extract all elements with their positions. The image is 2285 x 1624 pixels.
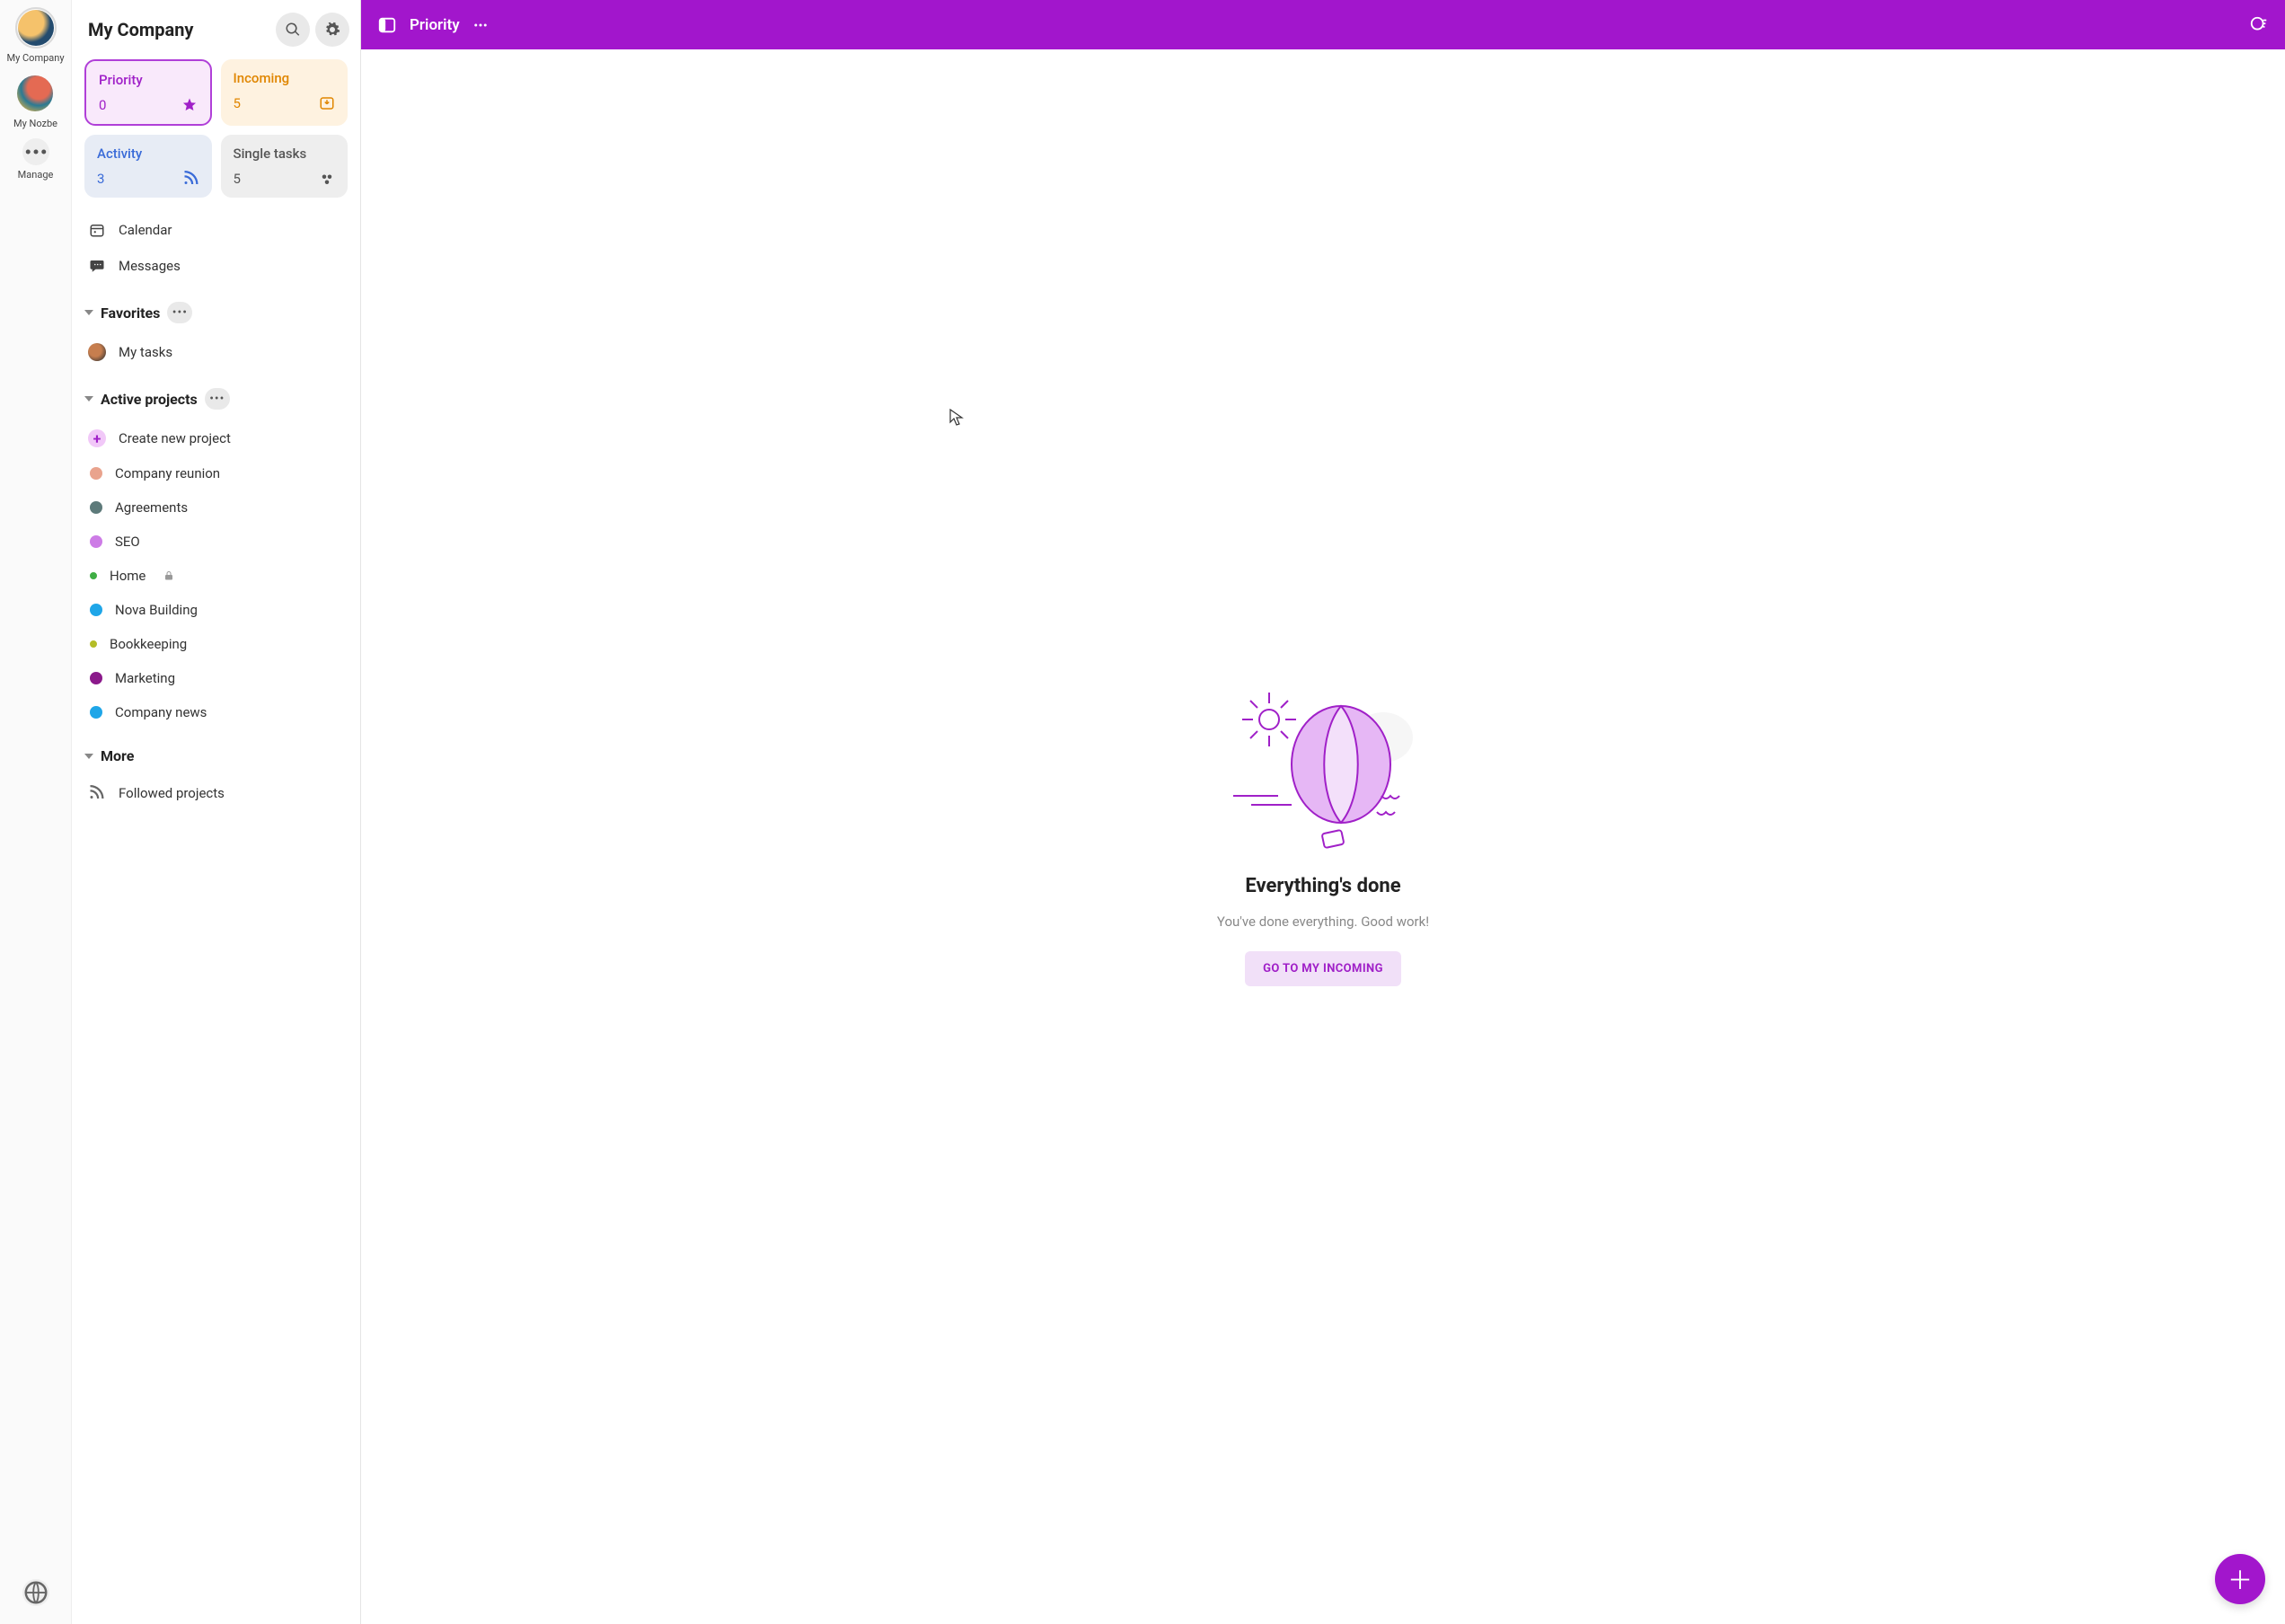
project-color-dot	[90, 467, 102, 480]
balloon-illustration	[1229, 688, 1417, 859]
workspace-rail: My Company My Nozbe Manage	[0, 0, 72, 1624]
project-color-dot	[90, 640, 97, 648]
favorite-label: My tasks	[119, 344, 172, 360]
ellipsis-icon	[22, 138, 49, 165]
main-panel: Priority	[361, 0, 2285, 1624]
create-project-label: Create new project	[119, 430, 231, 446]
rss-icon	[183, 171, 199, 187]
star-icon	[181, 97, 198, 113]
card-title: Incoming	[234, 70, 336, 86]
settings-button[interactable]	[315, 13, 349, 47]
workspace-label: My Nozbe	[13, 118, 57, 129]
nav-label: Followed projects	[119, 785, 225, 801]
card-title: Priority	[99, 72, 198, 88]
section-label: Active projects	[101, 391, 198, 408]
chevron-down-icon	[84, 310, 93, 315]
card-title: Activity	[97, 146, 199, 162]
section-more[interactable]: More	[72, 735, 360, 770]
nav-label: Calendar	[119, 222, 172, 238]
card-count: 5	[234, 171, 241, 187]
project-color-dot	[90, 672, 102, 684]
dots-icon	[319, 171, 335, 187]
project-name: Marketing	[115, 670, 175, 686]
inbox-icon	[319, 95, 335, 111]
empty-subtitle: You've done everything. Good work!	[1217, 914, 1429, 930]
card-title: Single tasks	[234, 146, 336, 162]
project-name: Company reunion	[115, 465, 220, 481]
favorites-more[interactable]: •••	[167, 302, 192, 323]
project-color-dot	[90, 572, 97, 579]
calendar-icon	[88, 221, 106, 239]
rss-icon	[88, 784, 106, 802]
followed-projects[interactable]: Followed projects	[72, 775, 360, 811]
empty-title: Everything's done	[1245, 875, 1400, 897]
chevron-down-icon	[84, 754, 93, 759]
project-color-dot	[90, 535, 102, 548]
project-item[interactable]: Nova Building	[72, 593, 360, 627]
project-color-dot	[90, 501, 102, 514]
search-icon	[285, 22, 301, 38]
search-button[interactable]	[276, 13, 310, 47]
project-name: Bookkeeping	[110, 636, 187, 652]
project-item[interactable]: Company reunion	[72, 456, 360, 490]
project-item[interactable]: Bookkeeping	[72, 627, 360, 661]
plus-icon: +	[88, 429, 106, 447]
sidebar-header: My Company	[72, 0, 360, 59]
projects-more[interactable]: •••	[205, 388, 230, 410]
nav-messages[interactable]: Messages	[72, 248, 360, 284]
sidebar: My Company Priority 0 Incoming	[72, 0, 361, 1624]
view-title: Priority	[410, 16, 460, 34]
card-count: 0	[99, 97, 106, 113]
project-name: Home	[110, 568, 146, 584]
manage-label: Manage	[18, 169, 54, 181]
project-item[interactable]: SEO	[72, 525, 360, 559]
project-item[interactable]: Home	[72, 559, 360, 593]
topbar: Priority	[361, 0, 2285, 49]
create-project[interactable]: + Create new project	[72, 420, 360, 456]
add-task-fab[interactable]: ＋	[2215, 1554, 2265, 1604]
view-more-button[interactable]	[472, 15, 489, 35]
project-item[interactable]: Marketing	[72, 661, 360, 695]
project-name: Agreements	[115, 499, 188, 516]
nav-label: Messages	[119, 258, 181, 274]
workspace-my-company[interactable]: My Company	[6, 7, 64, 64]
avatar-icon	[88, 343, 106, 361]
card-single-tasks[interactable]: Single tasks 5	[221, 135, 348, 198]
nav-calendar[interactable]: Calendar	[72, 212, 360, 248]
project-color-dot	[90, 604, 102, 616]
go-to-incoming-button[interactable]: GO TO MY INCOMING	[1245, 951, 1401, 986]
panel-toggle-button[interactable]	[377, 15, 397, 35]
chevron-down-icon	[84, 396, 93, 402]
section-label: More	[101, 747, 134, 764]
gear-icon	[324, 22, 340, 38]
project-item[interactable]: Company news	[72, 695, 360, 729]
manage-workspaces[interactable]: Manage	[18, 138, 54, 181]
section-active-projects[interactable]: Active projects •••	[72, 375, 360, 415]
globe-icon[interactable]	[22, 1579, 49, 1606]
section-favorites[interactable]: Favorites •••	[72, 289, 360, 329]
card-activity[interactable]: Activity 3	[84, 135, 212, 198]
lock-icon	[163, 570, 174, 581]
card-incoming[interactable]: Incoming 5	[221, 59, 348, 126]
project-name: Nova Building	[115, 602, 198, 618]
project-name: Company news	[115, 704, 207, 720]
empty-state: Everything's done You've done everything…	[361, 49, 2285, 1624]
card-count: 5	[234, 95, 241, 111]
favorite-my-tasks[interactable]: My tasks	[72, 334, 360, 370]
filter-button[interactable]	[2249, 15, 2269, 35]
chat-icon	[88, 257, 106, 275]
card-count: 3	[97, 171, 104, 187]
plus-icon: ＋	[2228, 1561, 2253, 1597]
workspace-title: My Company	[88, 19, 270, 40]
card-priority[interactable]: Priority 0	[84, 59, 212, 126]
section-label: Favorites	[101, 304, 160, 322]
project-name: SEO	[115, 534, 140, 550]
workspace-label: My Company	[6, 52, 64, 64]
workspace-my-nozbe[interactable]: My Nozbe	[13, 73, 57, 129]
project-color-dot	[90, 706, 102, 719]
project-item[interactable]: Agreements	[72, 490, 360, 525]
